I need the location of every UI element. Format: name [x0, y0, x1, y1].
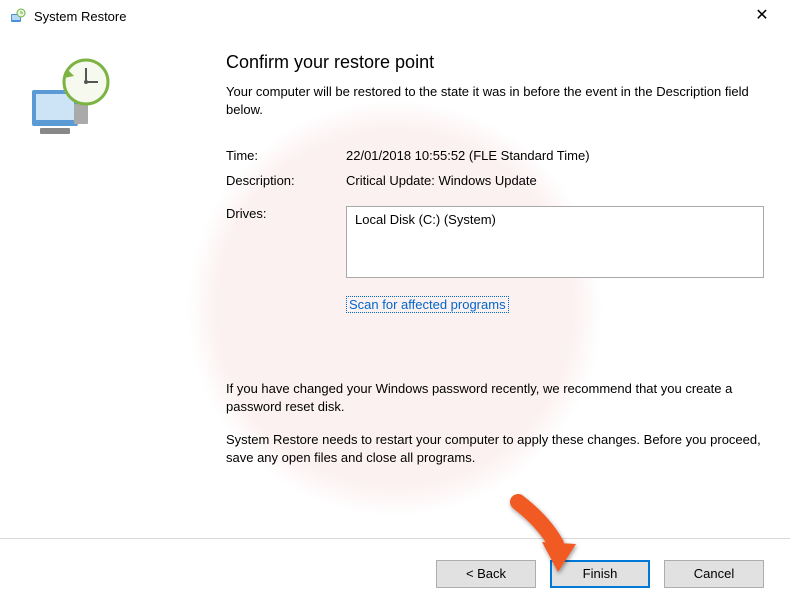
page-heading: Confirm your restore point: [226, 52, 764, 73]
scan-affected-link[interactable]: Scan for affected programs: [346, 296, 509, 313]
description-label: Description:: [226, 173, 346, 188]
restart-note: System Restore needs to restart your com…: [226, 431, 764, 466]
window-title: System Restore: [34, 9, 126, 24]
description-value: Critical Update: Windows Update: [346, 173, 764, 188]
finish-button[interactable]: Finish: [550, 560, 650, 588]
page-subtext: Your computer will be restored to the st…: [226, 83, 764, 118]
titlebar: System Restore ✕: [0, 0, 790, 32]
restore-illustration-icon: [26, 133, 116, 150]
time-label: Time:: [226, 148, 346, 163]
close-button[interactable]: ✕: [742, 2, 782, 30]
drives-listbox[interactable]: Local Disk (C:) (System): [346, 206, 764, 278]
back-button[interactable]: < Back: [436, 560, 536, 588]
drive-item: Local Disk (C:) (System): [355, 212, 496, 227]
cancel-button[interactable]: Cancel: [664, 560, 764, 588]
drives-label: Drives:: [226, 206, 346, 221]
button-bar: < Back Finish Cancel: [0, 538, 790, 608]
time-value: 22/01/2018 10:55:52 (FLE Standard Time): [346, 148, 764, 163]
content-area: Confirm your restore point Your computer…: [0, 32, 790, 538]
password-note: If you have changed your Windows passwor…: [226, 380, 764, 415]
restore-icon: [10, 8, 26, 24]
